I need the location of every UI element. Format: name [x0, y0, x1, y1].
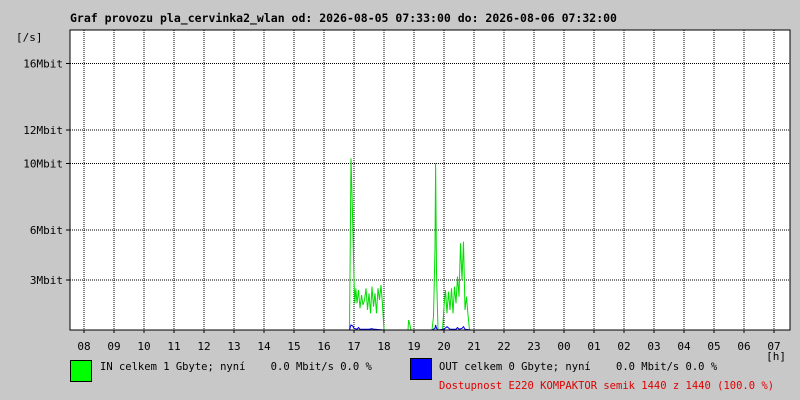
y-tick-label: 6Mbit [30, 224, 63, 237]
x-tick-label: 04 [677, 340, 691, 353]
x-tick-label: 22 [497, 340, 510, 353]
y-tick-label: 3Mbit [30, 274, 63, 287]
x-tick-label: 02 [617, 340, 630, 353]
x-tick-label: 18 [377, 340, 390, 353]
traffic-chart: 08 09 10 11 12 13 14 15 16 17 18 19 20 21 22 23 00 01 02 03… [23, 29, 791, 363]
x-tick-label: 06 [737, 340, 750, 353]
x-tick-label: 13 [227, 340, 240, 353]
x-tick-label: 21 [467, 340, 480, 353]
out-legend-label: OUT celkem 0 Gbyte; nyní 0.0 Mbit/s 0.0 … [439, 361, 718, 373]
y-tick-label: 12Mbit [23, 124, 63, 137]
y-tick-label: 10Mbit [23, 157, 63, 170]
x-tick-label: 08 [77, 340, 90, 353]
out-legend-swatch [410, 358, 432, 380]
x-tick-label: 16 [317, 340, 330, 353]
x-tick-label: 03 [647, 340, 660, 353]
x-tick-label: 12 [197, 340, 210, 353]
x-axis-unit-label: [h] [766, 350, 786, 363]
x-tick-label: 10 [137, 340, 150, 353]
in-legend-swatch [70, 360, 92, 382]
x-tick-label: 19 [407, 340, 420, 353]
x-tick-label: 11 [167, 340, 180, 353]
x-tick-label: 14 [257, 340, 271, 353]
x-tick-label: 17 [347, 340, 360, 353]
in-legend-label: IN celkem 1 Gbyte; nyní 0.0 Mbit/s 0.0 % [100, 361, 372, 373]
x-tick-label: 20 [437, 340, 450, 353]
x-tick-label: 15 [287, 340, 300, 353]
x-tick-label: 23 [527, 340, 540, 353]
y-tick-label: 16Mbit [23, 57, 63, 70]
x-tick-label: 05 [707, 340, 720, 353]
x-tick-label: 09 [107, 340, 120, 353]
x-tick-label: 01 [587, 340, 600, 353]
plot-area [70, 30, 790, 330]
x-tick-label: 00 [557, 340, 570, 353]
availability-label: Dostupnost E220 KOMPAKTOR semik 1440 z 1… [439, 380, 775, 392]
